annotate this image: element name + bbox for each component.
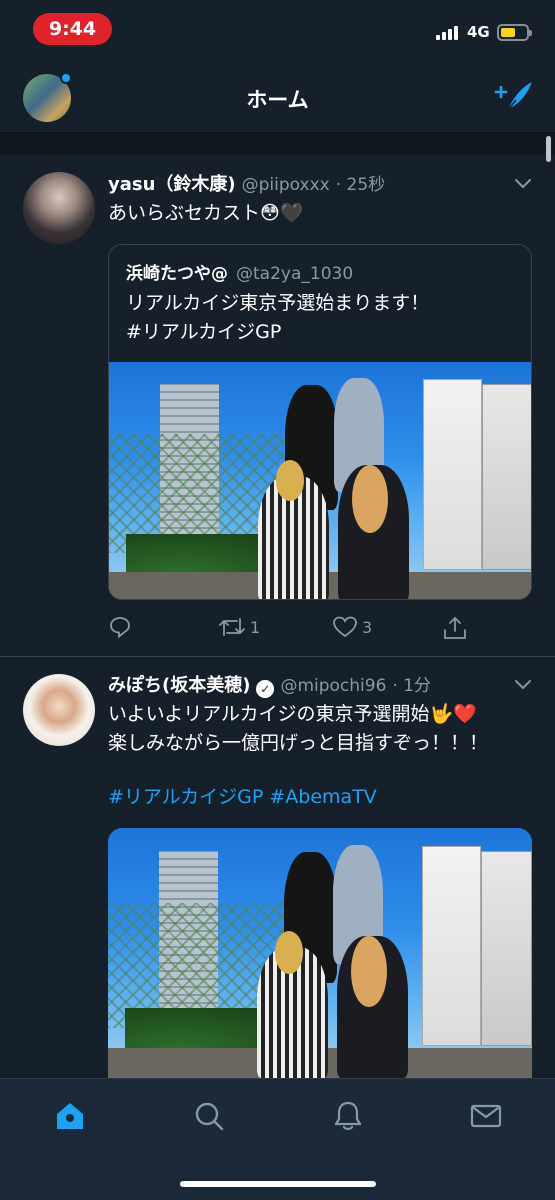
tab-home[interactable] xyxy=(53,1099,87,1133)
notification-dot xyxy=(60,72,72,84)
battery-icon xyxy=(497,24,532,41)
signal-icon xyxy=(436,24,462,40)
compose-icon xyxy=(494,82,532,111)
like-button[interactable]: 3 xyxy=(332,615,372,639)
chevron-down-icon[interactable] xyxy=(514,177,532,189)
tweet-time: · 25秒 xyxy=(335,175,386,195)
like-icon xyxy=(333,616,357,638)
author-name[interactable]: yasu（鈴木康) xyxy=(108,170,236,196)
tweet-time: · 1分 xyxy=(392,676,432,696)
compose-button[interactable] xyxy=(494,80,534,114)
tweet-hashtags[interactable]: #リアルカイジGP #AbemaTV xyxy=(108,783,377,812)
author-handle[interactable]: @piipoxxx xyxy=(242,175,330,195)
retweet-button[interactable]: 1 xyxy=(218,615,260,639)
verified-icon: ✓ xyxy=(256,680,275,698)
tweet-text-line: 楽しみながら一億円げっと目指すぞっ！！！ xyxy=(108,732,489,754)
retweet-count: 1 xyxy=(250,617,261,637)
chevron-down-icon[interactable] xyxy=(514,678,532,690)
tweet-text: いよいよリアルカイジの東京予選開始🤟❤️ 楽しみながら一億円げっと目指すぞっ！！… xyxy=(108,700,488,758)
reply-button[interactable] xyxy=(108,615,136,639)
quote-author-name: 浜崎たつや@ xyxy=(126,264,228,284)
avatar[interactable] xyxy=(23,674,95,746)
status-bar: 9:44 4G xyxy=(0,0,555,62)
tab-notifications[interactable] xyxy=(331,1099,365,1133)
share-button[interactable] xyxy=(442,615,468,641)
author-handle[interactable]: @mipochi96 xyxy=(280,676,386,696)
quote-text: リアルカイジ東京予選始まります！ #リアルカイジGP xyxy=(126,289,429,347)
page-title: ホーム xyxy=(246,88,309,112)
scrollbar[interactable] xyxy=(546,136,551,162)
mail-icon xyxy=(470,1104,502,1128)
quote-hashtag[interactable]: #リアルカイジGP xyxy=(126,318,429,347)
tweet-photo[interactable] xyxy=(108,828,532,1078)
top-header: ホーム xyxy=(0,62,555,132)
tweet-header: みぽち(坂本美穂) ✓ @mipochi96 · 1分 xyxy=(108,671,432,698)
tab-search[interactable] xyxy=(192,1099,226,1133)
search-icon xyxy=(195,1102,224,1131)
tweet-text: あいらぶセカスト😳🖤 xyxy=(108,202,304,224)
share-icon xyxy=(444,617,466,639)
home-indicator[interactable] xyxy=(180,1181,376,1187)
reply-icon xyxy=(110,617,130,639)
tweet-photo[interactable] xyxy=(109,362,531,599)
quoted-tweet[interactable]: 浜崎たつや@ @ta2ya_1030 リアルカイジ東京予選始まります！ #リアル… xyxy=(108,244,532,600)
tweet-divider xyxy=(0,656,555,657)
network-label: 4G xyxy=(467,23,490,41)
avatar[interactable] xyxy=(23,172,95,244)
tweet-header: yasu（鈴木康) @piipoxxx · 25秒 xyxy=(108,170,385,196)
header-divider xyxy=(0,132,555,154)
retweet-icon xyxy=(219,618,245,636)
like-count: 3 xyxy=(362,617,373,637)
status-time[interactable]: 9:44 xyxy=(33,13,112,45)
home-icon xyxy=(57,1103,83,1129)
tab-messages[interactable] xyxy=(469,1099,503,1133)
tweet-actions: 1 3 xyxy=(108,615,532,643)
bell-icon xyxy=(334,1101,362,1130)
author-name[interactable]: みぽち(坂本美穂) xyxy=(108,671,250,697)
tweet-text-line: いよいよリアルカイジの東京予選開始🤟❤️ xyxy=(108,703,477,725)
quote-author-handle: @ta2ya_1030 xyxy=(236,264,354,284)
quote-text-line: リアルカイジ東京予選始まります！ xyxy=(126,292,430,314)
quote-header: 浜崎たつや@ @ta2ya_1030 xyxy=(126,259,353,284)
